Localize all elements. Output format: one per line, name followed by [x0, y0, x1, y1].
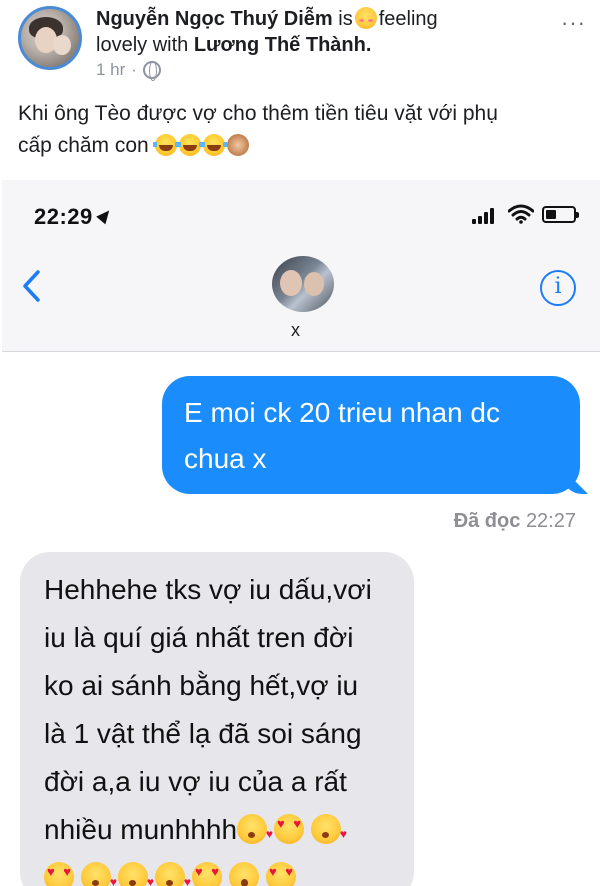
feeling-label: feeling [378, 8, 438, 30]
feeling-activity: lovely with [96, 34, 189, 56]
read-status: Đã đọc [453, 510, 521, 532]
face-with-tears-of-joy-icon [152, 134, 179, 156]
contact-name[interactable]: x [291, 320, 300, 341]
post-time[interactable]: 1 hr [96, 60, 125, 80]
read-receipt: Đã đọc 22:27 [454, 510, 576, 533]
status-bar-time: 22:29 [34, 204, 114, 230]
message-navigation-bar: 22:29 x i [2, 180, 600, 352]
tagged-person[interactable]: Lương Thế Thành. [194, 34, 372, 56]
see-no-evil-monkey-icon [226, 134, 249, 156]
post-image-message-screenshot[interactable]: 22:29 x i E moi ck 20 trieu nhan dc chua… [2, 180, 600, 886]
read-time: 22:27 [525, 510, 576, 532]
kissing-heart-icon [155, 858, 191, 886]
received-message-line: đời a,a iu vợ iu của a rất [44, 766, 347, 797]
received-message-line: nhiều munhhhh [44, 814, 238, 845]
post-header-text: Nguyễn Ngọc Thuý Diễm is feeling lovely w… [96, 6, 536, 58]
kissing-heart-icon [237, 810, 273, 858]
post-text: Khi ông Tèo được vợ cho thêm tiền tiêu v… [18, 98, 588, 162]
globe-icon [142, 61, 161, 81]
heart-eyes-icon [274, 814, 305, 844]
hushed-face-icon [229, 862, 259, 886]
wifi-icon [508, 204, 534, 224]
location-arrow-icon [96, 206, 114, 225]
face-with-tears-of-joy-icon [200, 134, 227, 156]
face-with-tears-of-joy-icon [176, 134, 203, 156]
post-header: Nguyễn Ngọc Thuý Diễm is feeling lovely w… [0, 0, 600, 92]
battery-icon [542, 206, 579, 223]
contact-avatar-person [280, 270, 302, 296]
kissing-heart-icon [311, 810, 347, 858]
author-avatar[interactable] [18, 6, 82, 70]
status-time-text: 22:29 [34, 204, 93, 229]
received-message-line: là 1 vật thể lạ đã soi sáng [44, 718, 362, 749]
post-text-line-2: cấp chăm con [18, 134, 149, 157]
received-message-line: Hehhehe tks vợ iu dấu,vơi [44, 574, 372, 605]
heart-eyes-icon [44, 862, 74, 886]
is-label: is [338, 8, 353, 30]
received-message-bubble[interactable]: Hehhehe tks vợ iu dấu,vơi iu là quí giá … [20, 552, 414, 886]
back-chevron-icon[interactable] [20, 268, 44, 304]
heart-eyes-icon [266, 862, 296, 886]
post-meta: 1 hr · [96, 60, 161, 81]
contact-avatar[interactable] [272, 256, 334, 312]
sent-message-line: E moi ck 20 trieu nhan dc [184, 397, 500, 428]
received-message-line: ko ai sánh bằng hết,vợ iu [44, 670, 359, 701]
kissing-heart-icon [118, 858, 154, 886]
sent-message-bubble[interactable]: E moi ck 20 trieu nhan dc chua x [162, 376, 580, 494]
sent-message-line: chua x [184, 443, 267, 474]
avatar-child-face [53, 35, 71, 55]
signal-icon [472, 208, 496, 224]
author-name[interactable]: Nguyễn Ngọc Thuý Diễm [96, 8, 333, 30]
received-message-line: iu là quí giá nhất tren đời [44, 622, 354, 653]
contact-avatar-person [304, 272, 324, 296]
smiling-face-with-hearts-icon [354, 7, 377, 29]
kissing-heart-icon [81, 858, 117, 886]
post-options-button[interactable]: ··· [561, 10, 586, 36]
meta-separator: · [131, 60, 137, 79]
post-text-line-1: Khi ông Tèo được vợ cho thêm tiền tiêu v… [18, 102, 498, 125]
info-icon[interactable]: i [540, 270, 576, 306]
heart-eyes-icon [192, 862, 222, 886]
emoji-row [44, 854, 303, 886]
